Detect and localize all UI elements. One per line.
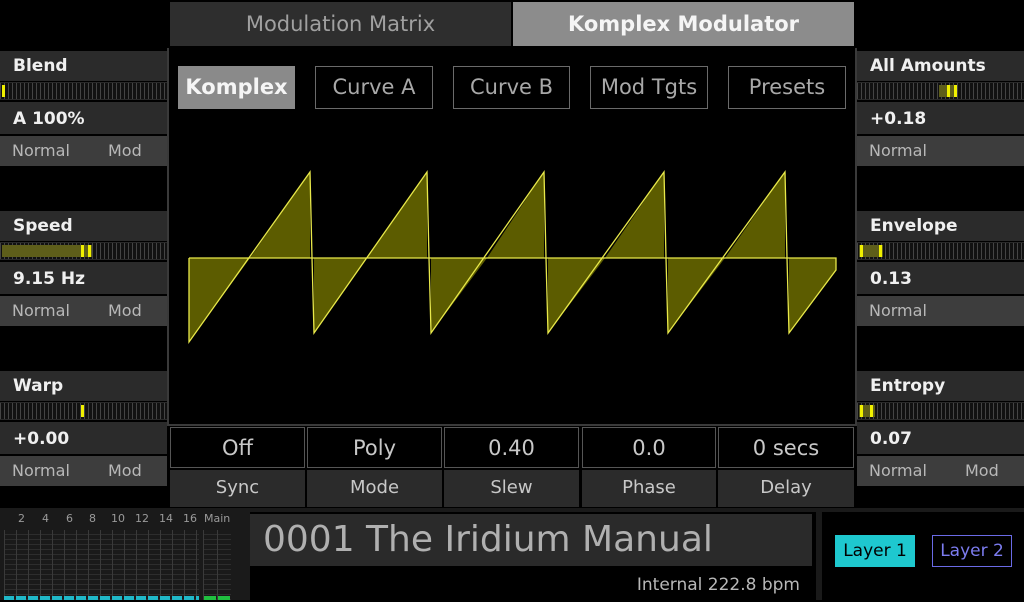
mixer-label: 16 <box>183 512 197 525</box>
mode-label: Mode <box>307 470 442 507</box>
envelope-mode-normal[interactable]: Normal <box>869 296 927 326</box>
phase-label: Phase <box>582 470 716 507</box>
all-amounts-meter-marker <box>954 85 957 97</box>
delay-label: Delay <box>718 470 854 507</box>
blend-title: Blend <box>0 51 167 81</box>
slew-label: Slew <box>444 470 579 507</box>
warp-title: Warp <box>0 371 167 401</box>
speed-title: Speed <box>0 211 167 241</box>
all-amounts-meter[interactable] <box>857 82 1024 100</box>
warp-value[interactable]: +0.00 <box>0 422 167 454</box>
main-meter-levels <box>204 596 230 600</box>
entropy-meter-marker <box>870 405 873 417</box>
delay-value[interactable]: 0 secs <box>718 427 854 468</box>
channel-meter-levels <box>4 596 199 600</box>
all-amounts-modes: Normal <box>857 136 1024 166</box>
mixer-label: 12 <box>135 512 149 525</box>
envelope-modes: Normal <box>857 296 1024 326</box>
speed-mode-mod[interactable]: Mod <box>108 296 142 326</box>
blend-meter-marker <box>2 85 5 97</box>
warp-mode-mod[interactable]: Mod <box>108 456 142 486</box>
mixer-labels: 2 4 6 8 10 12 14 16 Main <box>3 512 239 528</box>
all-amounts-title: All Amounts <box>857 51 1024 81</box>
right-param-panel: All Amounts +0.18 Normal Envelope 0.13 N… <box>857 0 1024 508</box>
blend-meter[interactable] <box>0 82 167 100</box>
warp-meter[interactable] <box>0 402 167 420</box>
entropy-mode-mod[interactable]: Mod <box>965 456 999 486</box>
all-amounts-value[interactable]: +0.18 <box>857 102 1024 134</box>
all-amounts-meter-marker <box>947 85 950 97</box>
all-amounts-mode-normal[interactable]: Normal <box>869 136 927 166</box>
channel-meters <box>4 530 199 600</box>
speed-mode-normal[interactable]: Normal <box>12 296 70 326</box>
envelope-meter-marker <box>879 245 882 257</box>
patch-name[interactable]: 0001 The Iridium Manual <box>250 514 812 566</box>
envelope-meter-marker <box>860 245 863 257</box>
waveform-fill <box>189 172 836 342</box>
speed-meter-marker <box>81 245 84 257</box>
blend-modes: Normal Mod <box>0 136 167 166</box>
phase-value[interactable]: 0.0 <box>582 427 716 468</box>
entropy-meter-marker <box>860 405 863 417</box>
mixer-meters[interactable]: 2 4 6 8 10 12 14 16 Main <box>3 512 239 600</box>
tempo-display[interactable]: Internal 222.8 bpm <box>250 568 800 600</box>
speed-value[interactable]: 9.15 Hz <box>0 262 167 294</box>
mixer-label: 4 <box>42 512 49 525</box>
mixer-label: 2 <box>18 512 25 525</box>
mixer-label: 10 <box>111 512 125 525</box>
entropy-modes: Normal Mod <box>857 456 1024 486</box>
envelope-value[interactable]: 0.13 <box>857 262 1024 294</box>
main-meter <box>203 530 231 600</box>
entropy-value[interactable]: 0.07 <box>857 422 1024 454</box>
blend-value[interactable]: A 100% <box>0 102 167 134</box>
entropy-title: Entropy <box>857 371 1024 401</box>
speed-meter-marker <box>88 245 91 257</box>
warp-modes: Normal Mod <box>0 456 167 486</box>
entropy-meter[interactable] <box>857 402 1024 420</box>
blend-mode-mod[interactable]: Mod <box>108 136 142 166</box>
mixer-label: 14 <box>159 512 173 525</box>
speed-meter-fill <box>2 245 92 257</box>
entropy-mode-normal[interactable]: Normal <box>869 456 927 486</box>
mode-value[interactable]: Poly <box>307 427 442 468</box>
sync-value[interactable]: Off <box>170 427 305 468</box>
layer-2-button[interactable]: Layer 2 <box>932 535 1012 567</box>
left-param-panel: Blend A 100% Normal Mod Speed 9.15 Hz No… <box>0 0 167 508</box>
mixer-label: 6 <box>66 512 73 525</box>
envelope-title: Envelope <box>857 211 1024 241</box>
warp-mode-normal[interactable]: Normal <box>12 456 70 486</box>
blend-mode-normal[interactable]: Normal <box>12 136 70 166</box>
envelope-meter[interactable] <box>857 242 1024 260</box>
mixer-label-main: Main <box>204 512 231 525</box>
warp-meter-marker <box>81 405 84 417</box>
layer-1-button[interactable]: Layer 1 <box>835 535 915 567</box>
slew-value[interactable]: 0.40 <box>444 427 579 468</box>
mixer-label: 8 <box>89 512 96 525</box>
sync-label: Sync <box>170 470 305 507</box>
speed-meter[interactable] <box>0 242 167 260</box>
speed-modes: Normal Mod <box>0 296 167 326</box>
